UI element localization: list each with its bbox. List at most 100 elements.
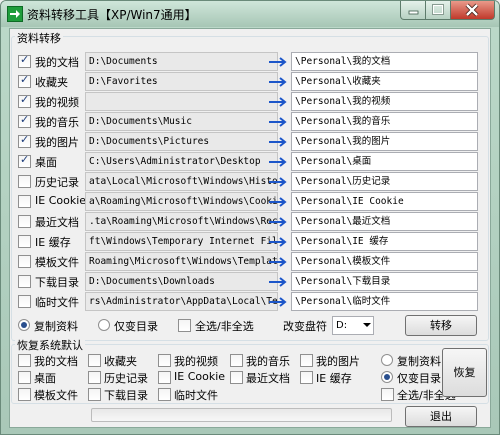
dest-path-field[interactable]: \Personal\下载目录 xyxy=(291,272,478,291)
source-path-field[interactable]: rs\Administrator\AppData\Local\Temp xyxy=(85,292,278,311)
restore-item-checkbox[interactable] xyxy=(18,354,31,367)
transfer-item-checkbox[interactable] xyxy=(18,113,31,128)
source-path-field[interactable]: a\Roaming\Microsoft\Windows\Cookies xyxy=(85,192,278,211)
right-arrow-icon xyxy=(269,237,287,247)
right-arrow-icon xyxy=(269,197,287,207)
transfer-row: 我的音乐 D:\Documents\Music \Personal\我的音乐 xyxy=(15,112,485,132)
close-button[interactable] xyxy=(451,1,495,20)
source-path-field[interactable]: D:\Favorites xyxy=(85,72,278,91)
transfer-row: 下载目录 D:\Documents\Downloads \Personal\下载目录 xyxy=(15,272,485,292)
dest-path-field[interactable]: \Personal\最近文档 xyxy=(291,212,478,231)
right-arrow-icon xyxy=(269,217,287,227)
source-path-field[interactable]: D:\Documents xyxy=(85,52,278,71)
restore-item-checkbox[interactable] xyxy=(300,371,313,384)
transfer-item-checkbox[interactable] xyxy=(18,255,31,268)
minimize-button[interactable] xyxy=(400,1,426,20)
transfer-item-label: IE Cookie xyxy=(35,194,87,207)
right-arrow-icon xyxy=(269,277,287,287)
transfer-item-checkbox[interactable] xyxy=(18,133,31,148)
window-title: 资料转移工具【XP/Win7通用】 xyxy=(27,8,197,22)
dest-path-field[interactable]: \Personal\收藏夹 xyxy=(291,72,478,91)
source-path-field[interactable]: D:\Documents\Music xyxy=(85,112,278,131)
transfer-item-checkbox[interactable] xyxy=(18,53,31,68)
restore-item-checkbox[interactable] xyxy=(230,354,243,367)
transfer-row: IE Cookie a\Roaming\Microsoft\Windows\Coo… xyxy=(15,192,485,212)
transfer-item-label: 我的视频 xyxy=(35,96,79,109)
progress-bar xyxy=(91,408,392,422)
drive-select[interactable]: D: xyxy=(332,316,374,335)
restore-item-checkbox[interactable] xyxy=(300,354,313,367)
exit-button[interactable]: 退出 xyxy=(405,406,477,427)
restore-item-checkbox[interactable] xyxy=(158,388,171,401)
restore-copy-data-radio[interactable] xyxy=(381,354,393,366)
restore-item-label: 我的文档 xyxy=(34,355,78,368)
transfer-row: 临时文件 rs\Administrator\AppData\Local\Temp \… xyxy=(15,292,485,312)
transfer-item-checkbox[interactable] xyxy=(18,275,31,288)
restore-item-checkbox[interactable] xyxy=(230,371,243,384)
restore-item-checkbox[interactable] xyxy=(88,371,101,384)
transfer-row: 模板文件 Roaming\Microsoft\Windows\Templates \… xyxy=(15,252,485,272)
transfer-item-checkbox[interactable] xyxy=(18,195,31,208)
restore-item-checkbox[interactable] xyxy=(18,388,31,401)
transfer-item-label: 收藏夹 xyxy=(35,76,68,89)
restore-button[interactable]: 恢复 xyxy=(442,348,487,397)
restore-item-checkbox[interactable] xyxy=(158,371,171,384)
source-path-field[interactable]: .ta\Roaming\Microsoft\Windows\Recent xyxy=(85,212,278,231)
transfer-item-label: 临时文件 xyxy=(35,296,79,309)
transfer-item-label: IE 缓存 xyxy=(35,236,71,249)
restore-dir-only-label: 仅变目录 xyxy=(397,372,441,385)
copy-data-radio[interactable] xyxy=(18,319,30,331)
dest-path-field[interactable]: \Personal\我的图片 xyxy=(291,132,478,151)
maximize-button[interactable] xyxy=(426,1,451,20)
transfer-button[interactable]: 转移 xyxy=(405,315,477,336)
drive-label: 改变盘符 xyxy=(283,320,327,333)
restore-item-checkbox[interactable] xyxy=(88,354,101,367)
restore-item-label: 我的图片 xyxy=(316,355,360,368)
restore-item-label: IE Cookie xyxy=(174,370,226,383)
dir-only-radio[interactable] xyxy=(98,319,110,331)
source-path-field[interactable]: D:\Documents\Downloads xyxy=(85,272,278,291)
restore-item-checkbox[interactable] xyxy=(88,388,101,401)
transfer-item-checkbox[interactable] xyxy=(18,215,31,228)
source-path-field[interactable]: Roaming\Microsoft\Windows\Templates xyxy=(85,252,278,271)
dest-path-field[interactable]: \Personal\IE Cookie xyxy=(291,192,478,211)
transfer-item-checkbox[interactable] xyxy=(18,73,31,88)
right-arrow-icon xyxy=(269,297,287,307)
restore-dir-only-radio[interactable] xyxy=(381,371,393,383)
dest-path-field[interactable]: \Personal\历史记录 xyxy=(291,172,478,191)
restore-select-all-checkbox[interactable] xyxy=(381,388,394,401)
dest-path-field[interactable]: \Personal\桌面 xyxy=(291,152,478,171)
right-arrow-icon xyxy=(269,57,287,67)
source-path-field[interactable]: D:\Documents\Pictures xyxy=(85,132,278,151)
transfer-item-label: 桌面 xyxy=(35,156,57,169)
transfer-item-checkbox[interactable] xyxy=(18,295,31,308)
restore-item-label: 我的视频 xyxy=(174,355,218,368)
transfer-row: 历史记录 ata\Local\Microsoft\Windows\History \… xyxy=(15,172,485,192)
dest-path-field[interactable]: \Personal\我的文档 xyxy=(291,52,478,71)
source-path-field[interactable]: C:\Users\Administrator\Desktop xyxy=(85,152,278,171)
source-path-field[interactable]: ata\Local\Microsoft\Windows\History xyxy=(85,172,278,191)
transfer-item-checkbox[interactable] xyxy=(18,153,31,168)
right-arrow-icon xyxy=(269,157,287,167)
transfer-item-label: 下载目录 xyxy=(35,276,79,289)
select-all-checkbox[interactable] xyxy=(178,319,191,332)
title-bar[interactable]: 资料转移工具【XP/Win7通用】 xyxy=(1,1,499,27)
dest-path-field[interactable]: \Personal\我的视频 xyxy=(291,92,478,111)
source-path-field[interactable]: ft\Windows\Temporary Internet Files xyxy=(85,232,278,251)
dest-path-field[interactable]: \Personal\临时文件 xyxy=(291,292,478,311)
restore-item-checkbox[interactable] xyxy=(18,371,31,384)
restore-item-label: 最近文档 xyxy=(246,372,290,385)
restore-copy-data-label: 复制资料 xyxy=(397,355,441,368)
restore-item-label: 模板文件 xyxy=(34,389,78,402)
restore-item-checkbox[interactable] xyxy=(158,354,171,367)
dest-path-field[interactable]: \Personal\我的音乐 xyxy=(291,112,478,131)
transfer-item-label: 模板文件 xyxy=(35,256,79,269)
transfer-item-label: 我的文档 xyxy=(35,56,79,69)
dest-path-field[interactable]: \Personal\模板文件 xyxy=(291,252,478,271)
transfer-item-checkbox[interactable] xyxy=(18,175,31,188)
transfer-item-checkbox[interactable] xyxy=(18,235,31,248)
source-path-field[interactable] xyxy=(85,92,278,111)
transfer-item-label: 我的音乐 xyxy=(35,116,79,129)
dest-path-field[interactable]: \Personal\IE 缓存 xyxy=(291,232,478,251)
transfer-item-checkbox[interactable] xyxy=(18,93,31,108)
